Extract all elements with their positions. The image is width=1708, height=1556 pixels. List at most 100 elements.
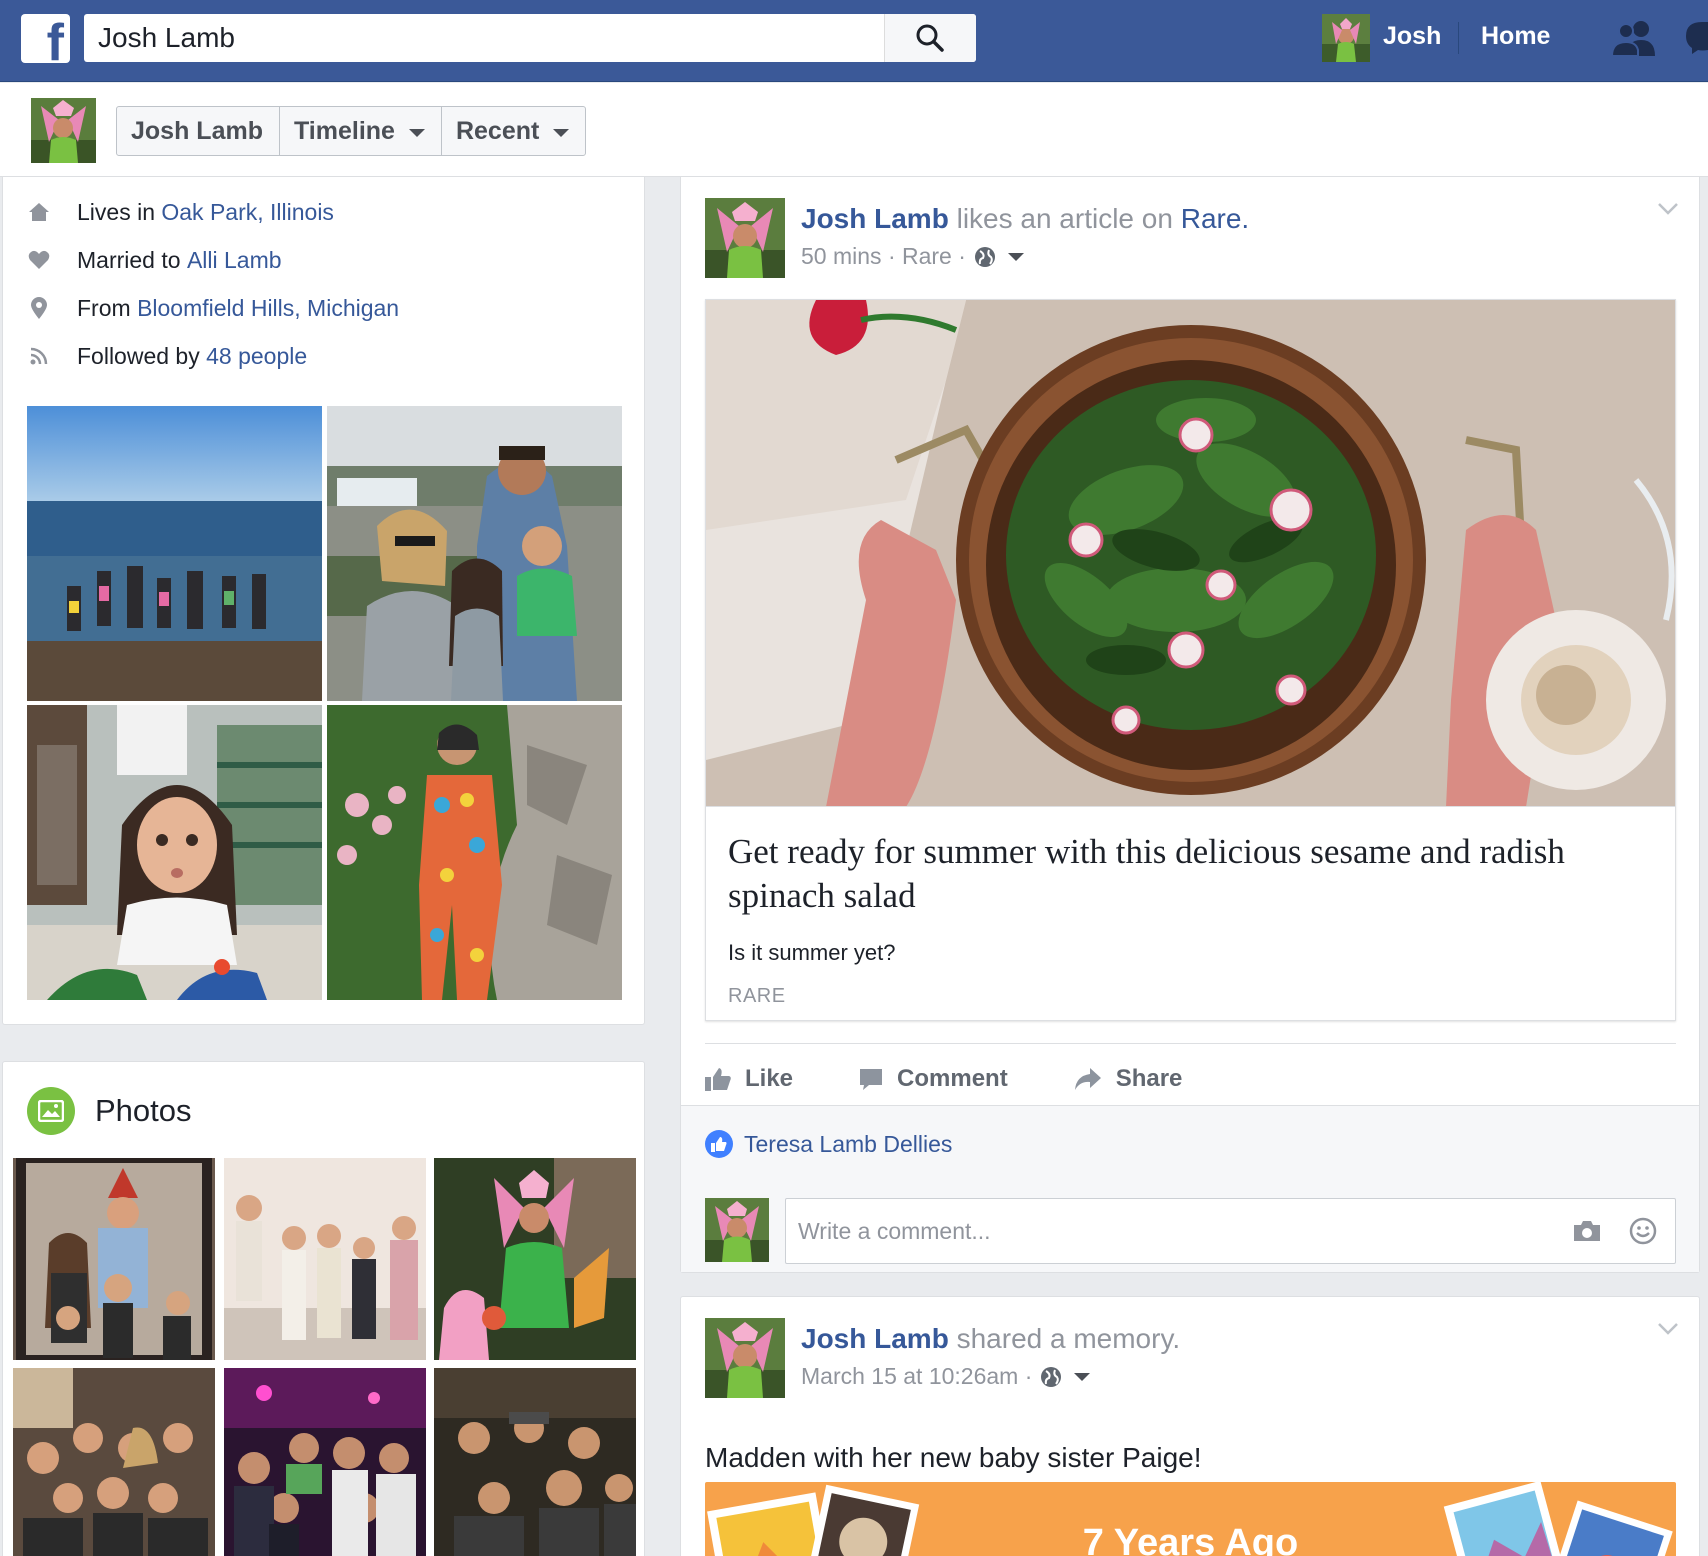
- comment-composer: [785, 1198, 1676, 1264]
- timeline-dropdown[interactable]: Timeline: [280, 107, 442, 155]
- like-reaction-icon: [705, 1130, 733, 1158]
- globe-icon[interactable]: [974, 246, 996, 268]
- photos-header[interactable]: Photos: [27, 1087, 192, 1135]
- user-name-link[interactable]: Josh: [1383, 22, 1441, 51]
- thumbs-up-icon: [705, 1068, 731, 1091]
- memory-label: 7 Years Ago: [1082, 1522, 1299, 1556]
- liked-by-link[interactable]: Teresa Lamb Dellies: [744, 1131, 952, 1158]
- commenter-avatar[interactable]: [705, 1198, 769, 1262]
- followers-link[interactable]: 48 people: [206, 343, 307, 370]
- top-navigation-bar: f Josh Home: [0, 0, 1708, 82]
- featured-photo-niagara[interactable]: [327, 406, 622, 701]
- comment-label: Comment: [897, 1065, 1008, 1092]
- home-link[interactable]: Home: [1481, 22, 1550, 51]
- photos-title: Photos: [95, 1093, 192, 1128]
- reactions-summary[interactable]: Teresa Lamb Dellies: [705, 1130, 952, 1158]
- heart-icon: [27, 248, 51, 272]
- photos-card: Photos: [2, 1061, 645, 1556]
- logo-letter: f: [46, 14, 64, 63]
- profile-sticky-header: Josh Lamb Timeline Recent: [0, 83, 1708, 177]
- meta-dot: ·: [887, 243, 896, 269]
- timeline-label: Timeline: [293, 116, 395, 145]
- facebook-logo-icon[interactable]: f: [21, 14, 70, 63]
- recent-label: Recent: [455, 116, 540, 145]
- messages-icon[interactable]: [1684, 20, 1708, 56]
- photo-thumbnail[interactable]: [13, 1368, 215, 1556]
- post-timestamp[interactable]: 50 mins: [801, 243, 882, 270]
- featured-photo-garden[interactable]: [327, 705, 622, 1000]
- feed-post-article: Josh Lamb likes an article on Rare. 50 m…: [680, 177, 1700, 1273]
- intro-prefix: From: [77, 294, 131, 321]
- post-author-link[interactable]: Josh Lamb: [801, 203, 949, 234]
- intro-prefix: Followed by: [77, 342, 200, 369]
- globe-icon[interactable]: [1040, 1366, 1062, 1388]
- intro-row-from: From Bloomfield Hills, Michigan: [27, 292, 399, 324]
- recent-dropdown[interactable]: Recent: [442, 107, 585, 155]
- post-meta: March 15 at 10:26am ·: [801, 1363, 1091, 1390]
- profile-thumbnail[interactable]: [31, 98, 96, 163]
- featured-photo-beach[interactable]: [27, 406, 322, 701]
- comment-input[interactable]: [786, 1199, 1546, 1263]
- nav-divider: [1458, 22, 1459, 54]
- chevron-down-icon[interactable]: [1658, 1323, 1678, 1335]
- photos-icon: [27, 1087, 75, 1135]
- photo-thumbnail[interactable]: [434, 1368, 636, 1556]
- comment-button[interactable]: Comment: [859, 1065, 1008, 1093]
- spouse-link[interactable]: Alli Lamb: [187, 247, 282, 274]
- search-button[interactable]: [884, 14, 976, 62]
- meta-dot: ·: [958, 243, 966, 269]
- divider: [705, 1043, 1676, 1044]
- chevron-down-icon[interactable]: [1658, 203, 1678, 215]
- photo-thumbnail[interactable]: [13, 1158, 215, 1360]
- intro-row-married: Married to Alli Lamb: [27, 244, 282, 276]
- post-feedback: Teresa Lamb Dellies: [681, 1105, 1699, 1272]
- friend-requests-icon[interactable]: [1612, 20, 1658, 56]
- post-header: Josh Lamb shared a memory.: [801, 1323, 1180, 1355]
- intro-prefix: Lives in: [77, 198, 155, 225]
- audience-caret-icon[interactable]: [1007, 252, 1024, 261]
- meta-dot: ·: [1024, 1363, 1033, 1389]
- feed-post-memory: Josh Lamb shared a memory. March 15 at 1…: [680, 1296, 1700, 1556]
- like-button[interactable]: Like: [705, 1065, 793, 1093]
- photo-thumbnail[interactable]: [434, 1158, 636, 1360]
- post-period: .: [1241, 203, 1250, 234]
- post-author-link[interactable]: Josh Lamb: [801, 1323, 949, 1354]
- article-link-card[interactable]: Get ready for summer with this delicious…: [705, 299, 1676, 1021]
- post-source[interactable]: Rare: [902, 243, 952, 270]
- lives-in-link[interactable]: Oak Park, Illinois: [161, 199, 334, 226]
- featured-photo-parrots[interactable]: [27, 705, 322, 1000]
- profile-name-button[interactable]: Josh Lamb: [117, 107, 280, 155]
- camera-icon[interactable]: [1572, 1219, 1602, 1243]
- user-avatar[interactable]: [1322, 14, 1370, 62]
- photo-thumbnail[interactable]: [224, 1158, 426, 1360]
- share-label: Share: [1115, 1065, 1183, 1092]
- photo-thumbnail[interactable]: [224, 1368, 426, 1556]
- home-icon: [27, 200, 51, 224]
- profile-name-label: Josh Lamb: [131, 116, 263, 145]
- audience-caret-icon[interactable]: [1074, 1372, 1091, 1381]
- location-pin-icon: [27, 296, 51, 320]
- share-icon: [1074, 1068, 1101, 1090]
- post-timestamp[interactable]: March 15 at 10:26am: [801, 1363, 1018, 1390]
- intro-row-lives-in: Lives in Oak Park, Illinois: [27, 196, 334, 228]
- post-verb: shared a memory.: [956, 1323, 1181, 1354]
- intro-card: Lives in Oak Park, Illinois Married to A…: [2, 177, 645, 1025]
- emoji-icon[interactable]: [1628, 1216, 1658, 1246]
- article-title[interactable]: Get ready for summer with this delicious…: [728, 830, 1648, 918]
- hometown-link[interactable]: Bloomfield Hills, Michigan: [137, 295, 399, 322]
- post-author-avatar[interactable]: [705, 1318, 785, 1398]
- page-link[interactable]: Rare: [1181, 203, 1242, 234]
- post-header: Josh Lamb likes an article on Rare.: [801, 203, 1249, 235]
- post-author-avatar[interactable]: [705, 198, 785, 278]
- search-bar: [84, 14, 976, 62]
- chevron-down-icon: [408, 128, 425, 137]
- profile-nav-pills: Josh Lamb Timeline Recent: [116, 106, 587, 156]
- search-icon: [916, 24, 944, 52]
- share-button[interactable]: Share: [1074, 1065, 1183, 1093]
- rss-feed-icon: [27, 344, 51, 368]
- post-actions: Like Comment Share: [705, 1054, 1248, 1104]
- article-image[interactable]: [706, 300, 1675, 807]
- intro-row-followers: Followed by 48 people: [27, 340, 307, 372]
- memory-banner[interactable]: 7 Years Ago: [705, 1482, 1676, 1556]
- search-input[interactable]: [84, 14, 884, 62]
